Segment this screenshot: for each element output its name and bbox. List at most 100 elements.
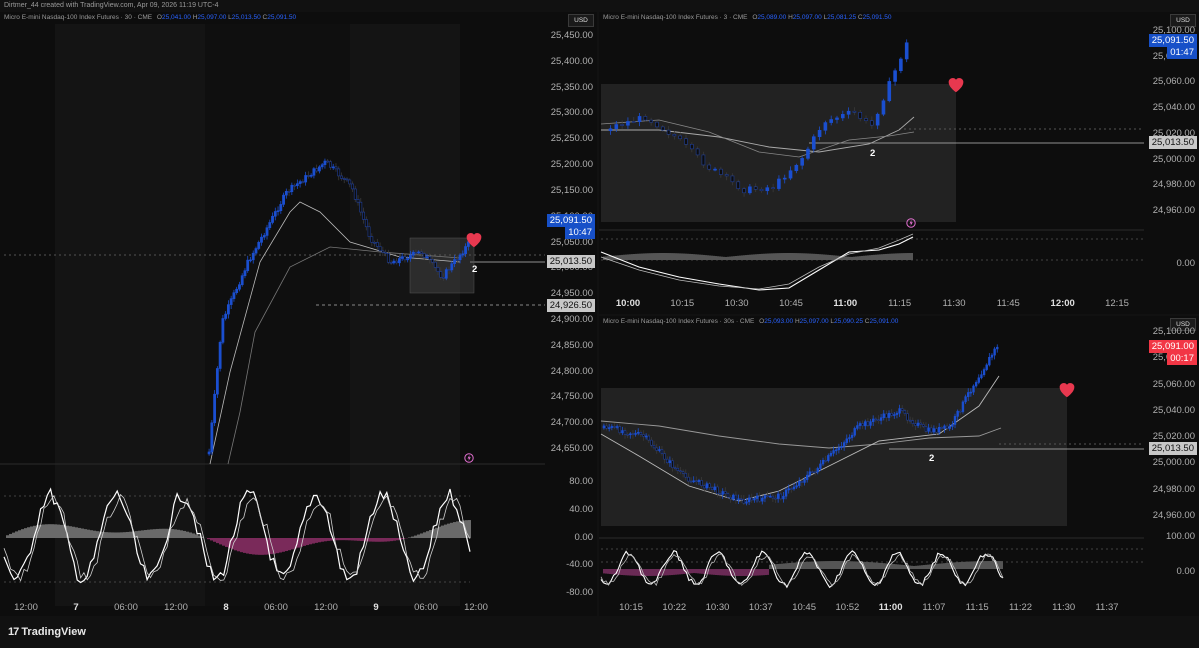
histogram-bar xyxy=(875,562,877,569)
time-axis-label: 11:00 xyxy=(833,298,858,309)
price-axis-label: 24,850.00 xyxy=(550,339,593,351)
histogram-bar xyxy=(420,533,423,538)
histogram-bar xyxy=(749,254,751,260)
price-axis-label: 24,900.00 xyxy=(550,313,593,325)
chart-legend: Micro E-mini Nasdaq-100 Index Futures · … xyxy=(603,14,892,21)
histogram-bar xyxy=(637,253,639,260)
histogram-bar xyxy=(695,254,697,260)
histogram-bar xyxy=(627,569,629,576)
histogram-bar xyxy=(803,253,805,260)
histogram-bar xyxy=(893,253,895,260)
histogram-bar xyxy=(867,255,869,260)
histogram-bar xyxy=(351,538,354,541)
ohlc-open: 25,089.00 xyxy=(757,14,787,21)
histogram-bar xyxy=(387,538,390,542)
chart-panel-30min[interactable]: Micro E-mini Nasdaq-100 Index Futures · … xyxy=(0,12,597,616)
histogram-bar xyxy=(657,253,659,260)
price-axis-label: 25,150.00 xyxy=(550,184,593,196)
histogram-bar xyxy=(851,561,853,569)
histogram-bar xyxy=(831,561,833,569)
histogram-bar xyxy=(923,565,925,569)
histogram-bar xyxy=(769,564,771,569)
histogram-bar xyxy=(925,564,927,569)
histogram-bar xyxy=(783,253,785,260)
histogram-bar xyxy=(609,569,611,574)
histogram-bar xyxy=(309,538,312,545)
histogram-bar xyxy=(306,538,309,546)
alert-bolt-icon[interactable] xyxy=(906,218,916,228)
time-axis-label: 10:45 xyxy=(779,298,803,309)
histogram-bar xyxy=(777,253,779,260)
oscillator-line xyxy=(600,236,914,291)
histogram-bar xyxy=(885,253,887,260)
price-axis-label: 25,040.00 xyxy=(1152,102,1195,114)
histogram-bar xyxy=(681,253,683,260)
histogram-bar xyxy=(75,527,78,538)
histogram-bar xyxy=(883,563,885,569)
histogram-bar xyxy=(857,561,859,569)
histogram-bar xyxy=(721,569,723,576)
histogram-bar xyxy=(1001,561,1003,569)
histogram-bar xyxy=(913,565,915,569)
histogram-bar xyxy=(891,253,893,260)
heart-icon xyxy=(1059,383,1075,398)
histogram-bar xyxy=(621,254,623,260)
histogram-bar xyxy=(237,538,240,552)
time-axis-label: 11:30 xyxy=(1052,602,1076,613)
countdown-tag: 01:47 xyxy=(1167,46,1197,59)
oscillator-axis-label: -80.00 xyxy=(566,587,593,598)
histogram-bar xyxy=(426,531,429,538)
candle xyxy=(881,98,886,117)
histogram-bar xyxy=(693,569,695,574)
histogram-bar xyxy=(255,538,258,555)
chart-panel-30sec[interactable]: Micro E-mini Nasdaq-100 Index Futures · … xyxy=(599,316,1199,616)
histogram-bar xyxy=(81,528,84,538)
histogram-bar xyxy=(829,254,831,260)
histogram-bar xyxy=(733,256,735,260)
histogram-bar xyxy=(189,532,192,538)
histogram-bar xyxy=(821,561,823,569)
currency-button[interactable]: USD xyxy=(568,14,594,27)
price-axis-label: 24,800.00 xyxy=(550,365,593,377)
price-axis-label: 25,060.00 xyxy=(1152,76,1195,88)
histogram-bar xyxy=(225,538,228,547)
histogram-bar xyxy=(683,253,685,260)
histogram-bar xyxy=(51,524,54,538)
time-axis-label: 11:30 xyxy=(942,298,966,309)
histogram-bar xyxy=(675,253,677,260)
histogram-bar xyxy=(444,524,447,538)
price-axis-label: 25,000.00 xyxy=(1152,153,1195,165)
histogram-bar xyxy=(741,569,743,576)
histogram-bar xyxy=(727,256,729,260)
chart-legend: Micro E-mini Nasdaq-100 Index Futures · … xyxy=(4,14,297,21)
histogram-bar xyxy=(827,254,829,260)
histogram-bar xyxy=(665,569,667,576)
histogram-bar xyxy=(611,569,613,575)
range-box xyxy=(601,388,1067,526)
histogram-bar xyxy=(711,569,713,575)
histogram-bar xyxy=(903,564,905,569)
level-price-tag: 24,926.50 xyxy=(546,299,595,312)
time-axis-label: 06:00 xyxy=(114,602,138,613)
chart-panel-3min[interactable]: Micro E-mini Nasdaq-100 Index Futures · … xyxy=(599,12,1199,314)
histogram-bar xyxy=(757,569,759,576)
histogram-bar xyxy=(697,569,699,574)
time-axis-label: 11:00 xyxy=(878,602,903,613)
histogram-bar xyxy=(423,532,426,538)
histogram-bar xyxy=(671,569,673,576)
candle xyxy=(210,419,214,455)
oscillator-axis-label: 0.00 xyxy=(574,531,594,543)
histogram-bar xyxy=(745,569,747,576)
histogram-bar xyxy=(195,534,198,538)
histogram-bar xyxy=(965,561,967,569)
histogram-bar xyxy=(827,561,829,569)
time-axis-label: 10:15 xyxy=(670,298,695,309)
histogram-bar xyxy=(703,254,705,260)
price-axis-label: 25,300.00 xyxy=(550,107,593,119)
alert-bolt-icon[interactable] xyxy=(464,453,474,463)
histogram-bar xyxy=(967,561,969,569)
histogram-bar xyxy=(725,569,727,576)
histogram-bar xyxy=(144,530,147,538)
histogram-bar xyxy=(921,565,923,569)
histogram-bar xyxy=(699,254,701,260)
